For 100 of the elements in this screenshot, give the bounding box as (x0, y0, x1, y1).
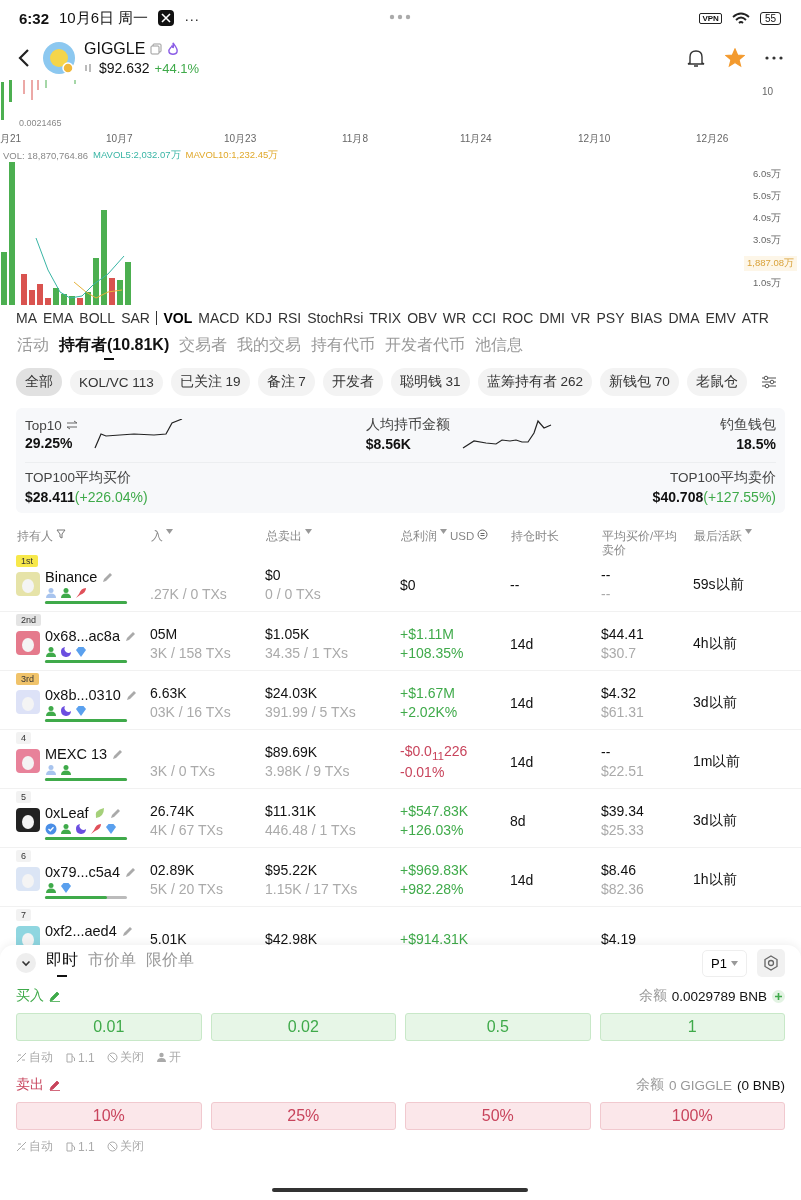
indicator-tab[interactable]: RSI (277, 310, 302, 326)
table-cell-text: 3d以前 (693, 812, 738, 830)
swap-icon[interactable] (65, 420, 78, 430)
star-icon[interactable] (725, 48, 745, 68)
filter-chip[interactable]: 老鼠仓 (686, 368, 747, 396)
filter-icon[interactable] (56, 529, 66, 539)
table-cell-text: 14d (510, 694, 535, 712)
column-header[interactable]: 持有人 (17, 529, 53, 544)
table-cell-text: 1.15K / 17 TXs (265, 881, 359, 898)
table-cell-text: $11.31K (265, 803, 318, 820)
column-header[interactable]: 总卖出 (266, 529, 302, 544)
more-icon[interactable] (765, 56, 783, 60)
indicator-tab[interactable]: PSY (596, 310, 625, 326)
indicator-tab[interactable]: OBV (407, 310, 437, 326)
table-cell-text: 3d以前 (693, 694, 738, 712)
indicator-tab[interactable]: VOL (163, 310, 193, 326)
table-cell-text: 14d (510, 753, 535, 771)
holder-name[interactable]: 0xf2...aed4 (45, 923, 117, 939)
column-header[interactable]: 总利润 (401, 529, 437, 544)
filter-chip[interactable]: 聪明钱 31 (390, 368, 470, 396)
bell-icon[interactable] (687, 48, 705, 68)
amount-button[interactable]: 100% (599, 1102, 785, 1130)
battery-indicator: 55 (759, 11, 781, 25)
edit-icon[interactable] (49, 990, 61, 1002)
filter-chip[interactable]: 已关注 19 (170, 368, 250, 396)
filter-chip[interactable]: 全部 (16, 368, 62, 396)
indicator-tab[interactable]: TRIX (369, 310, 402, 326)
back-icon[interactable] (18, 48, 30, 68)
table-cell-text: +$547.83K (400, 803, 470, 820)
holder-name[interactable]: 0x8b...0310 (45, 687, 121, 703)
token-price: $92.632 (99, 60, 150, 76)
section-tab[interactable]: 持有者(10.81K) (59, 335, 170, 360)
column-header[interactable]: 最后活跃 (694, 529, 742, 544)
indicator-tab[interactable]: BIAS (630, 310, 663, 326)
token-name: GIGGLE (84, 40, 146, 58)
order-type-tab[interactable]: 即时 (46, 949, 78, 977)
indicator-tab[interactable]: WR (442, 310, 467, 326)
indicator-tab[interactable]: EMA (43, 310, 74, 326)
collapse-icon[interactable] (16, 953, 36, 973)
indicator-tab[interactable]: ATR (741, 310, 769, 326)
caret-icon[interactable] (305, 529, 312, 534)
holder-name[interactable]: 0x79...c5a4 (45, 864, 120, 880)
indicator-tab[interactable]: MA (16, 310, 37, 326)
rank-badge: 4 (16, 732, 31, 744)
indicator-tab[interactable]: CCI (472, 310, 497, 326)
indicator-tab[interactable]: VR (571, 310, 591, 326)
refresh-icon[interactable] (477, 529, 489, 540)
currency-toggle[interactable]: USD (450, 529, 475, 544)
indicator-tab[interactable]: EMV (705, 310, 736, 326)
table-cell-text: 1h以前 (693, 871, 738, 889)
table-cell-text: 26.74K (150, 803, 196, 820)
edit-icon[interactable] (125, 866, 136, 878)
indicator-tab[interactable]: DMA (668, 310, 700, 326)
table-cell-text: -- (601, 567, 612, 584)
filter-chip[interactable]: KOL/VC 113 (70, 369, 163, 395)
indicator-tab[interactable]: ROC (502, 310, 534, 326)
table-cell-text: $95.22K (265, 862, 319, 879)
holder-name[interactable]: 0xLeaf (45, 805, 89, 821)
rank-badge: 3rd (16, 673, 39, 685)
holder-name[interactable]: 0x68...ac8a (45, 628, 120, 644)
edit-icon[interactable] (125, 689, 137, 701)
table-cell-text: 3K / 0 TXs (150, 763, 217, 780)
filter-chip[interactable]: 新钱包 70 (599, 368, 679, 396)
table-cell-text: $24.03K (265, 685, 319, 702)
indicator-tab[interactable]: MACD (198, 310, 240, 326)
date-label: 12月10 (578, 132, 611, 146)
caret-icon[interactable] (166, 529, 173, 534)
indicator-tab[interactable]: SAR (121, 310, 150, 326)
balance-text: (0 BNB) (737, 1077, 785, 1093)
add-icon[interactable] (772, 989, 785, 1003)
edit-icon[interactable] (125, 630, 136, 642)
edit-icon[interactable] (49, 1079, 61, 1091)
table-cell-text: $8.46 (601, 862, 638, 879)
amount-button[interactable]: 25% (210, 1102, 396, 1130)
copy-icon[interactable] (150, 43, 163, 55)
edit-icon[interactable] (121, 925, 133, 937)
filter-chip[interactable]: 蓝筹持有者 262 (477, 368, 592, 396)
holder-name[interactable]: MEXC 13 (45, 746, 108, 762)
amount-button[interactable]: 10% (16, 1102, 202, 1130)
table-cell-text: 03K / 16 TXs (150, 704, 232, 721)
edit-icon[interactable] (109, 807, 121, 819)
preset-dropdown[interactable]: P1 (702, 949, 747, 977)
indicator-tab[interactable]: KDJ (245, 310, 272, 326)
rank-badge: 2nd (16, 614, 42, 626)
edit-icon[interactable] (102, 571, 114, 583)
edit-icon[interactable] (112, 748, 124, 760)
settings-sliders-icon[interactable] (760, 375, 777, 389)
amount-button[interactable]: 50% (405, 1102, 591, 1130)
indicator-tab[interactable]: BOLL (79, 310, 116, 326)
caret-icon[interactable] (440, 529, 447, 534)
indicator-tab[interactable]: DMI (539, 310, 565, 326)
caret-icon[interactable] (745, 529, 752, 534)
filter-chip[interactable]: 开发者 (322, 368, 383, 396)
low-price-label: 0.0021465 (19, 118, 62, 128)
indicator-tab[interactable]: StochRsi (307, 310, 364, 326)
settings-icon[interactable] (757, 949, 785, 977)
filter-chip[interactable]: 备注 7 (257, 368, 315, 396)
holder-name[interactable]: Binance (45, 569, 98, 585)
stat-value: $28.411 (25, 489, 75, 505)
column-header[interactable]: 入 (151, 529, 163, 544)
